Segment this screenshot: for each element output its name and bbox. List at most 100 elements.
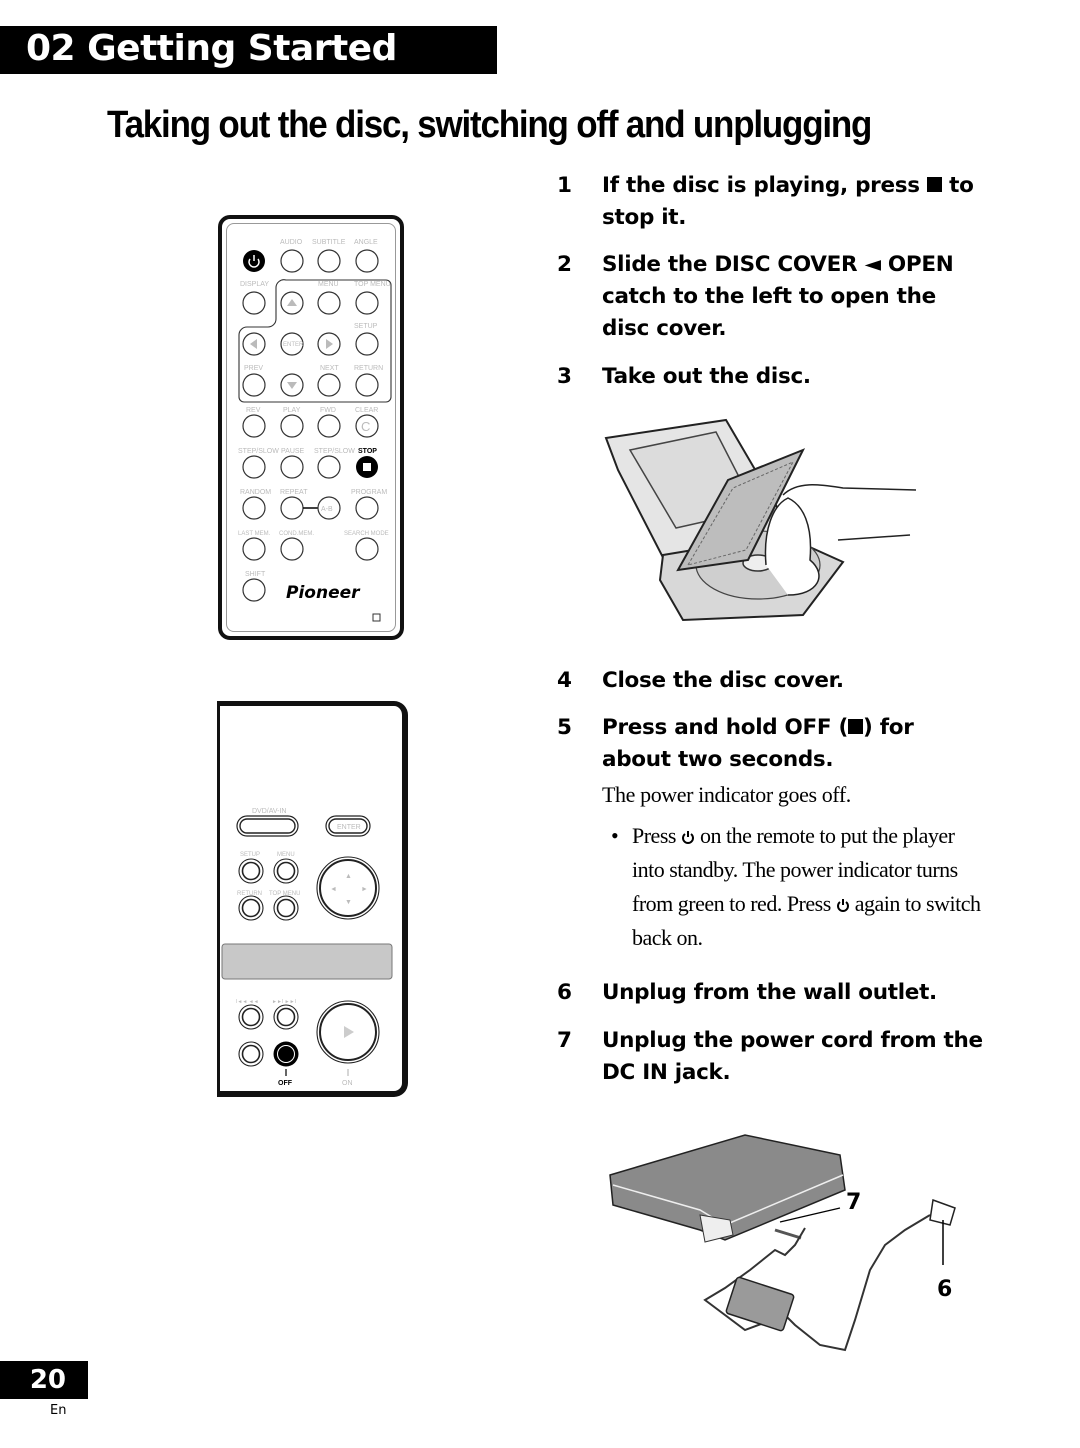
setup-button bbox=[355, 332, 379, 356]
top-menu-button bbox=[355, 291, 379, 315]
label-step-slow-back: STEP/SLOW bbox=[238, 448, 279, 455]
callout-7: 7 bbox=[846, 1190, 862, 1215]
page-number: 20 bbox=[0, 1361, 88, 1399]
next-button bbox=[317, 373, 341, 397]
step-number: 4 bbox=[557, 668, 572, 693]
label-menu-panel: MENU bbox=[277, 852, 295, 858]
pause-button bbox=[280, 455, 304, 479]
label-play: PLAY bbox=[283, 407, 301, 414]
step-2: 2 Slide the DISC COVER ◄ OPEN catch to t… bbox=[557, 249, 987, 345]
pioneer-logo: Pioneer bbox=[286, 583, 361, 603]
note-text: Press bbox=[632, 823, 676, 848]
dial-left-icon: ◄ bbox=[330, 886, 337, 893]
hand bbox=[764, 483, 917, 596]
fwd-button bbox=[317, 414, 341, 438]
last-mem-button bbox=[242, 537, 266, 561]
label-stop: STOP bbox=[358, 448, 377, 455]
step-number: 5 bbox=[557, 715, 572, 740]
display-window bbox=[221, 943, 393, 980]
step-text: Take out the disc. bbox=[602, 364, 811, 389]
player-panel-controls: DVD/AV-IN ENTER SETUP MENU ▲ ▼ ◄ ► RETUR… bbox=[221, 808, 393, 1087]
stop-icon bbox=[363, 463, 371, 471]
label-enter: ENTER bbox=[283, 342, 304, 348]
right-arrow-icon bbox=[326, 339, 333, 349]
step-3: 3 Take out the disc. bbox=[557, 361, 987, 393]
label-enter-panel: ENTER bbox=[337, 824, 361, 831]
clear-glyph: C bbox=[361, 419, 370, 434]
skip-back-label: I◄◄ ◄◄ bbox=[236, 999, 259, 1005]
remote-buttons: AUDIO SUBTITLE ANGLE DISPLAY MENU TOP ME… bbox=[238, 239, 392, 622]
return-button bbox=[355, 373, 379, 397]
label-setup: SETUP bbox=[354, 323, 378, 330]
cond-mem-button bbox=[280, 537, 304, 561]
dial-up-icon: ▲ bbox=[345, 873, 352, 880]
stop-icon bbox=[926, 177, 942, 192]
label-repeat: REPEAT bbox=[280, 489, 308, 496]
label-prev: PREV bbox=[244, 365, 263, 372]
label-fwd: FWD bbox=[320, 407, 336, 414]
label-display: DISPLAY bbox=[240, 281, 269, 288]
language-label: En bbox=[50, 1403, 67, 1418]
label-on: ON bbox=[342, 1080, 353, 1087]
step-number: 1 bbox=[557, 173, 572, 198]
label-audio: AUDIO bbox=[280, 239, 303, 246]
subtitle-button bbox=[317, 249, 341, 273]
step-number: 2 bbox=[557, 252, 572, 277]
remote-control-illustration: AUDIO SUBTITLE ANGLE DISPLAY MENU TOP ME… bbox=[218, 215, 404, 640]
step-text: Unplug from the wall outlet. bbox=[602, 980, 937, 1005]
rev-button bbox=[242, 414, 266, 438]
audio-button bbox=[280, 249, 304, 273]
prev-button bbox=[242, 373, 266, 397]
label-angle: ANGLE bbox=[354, 239, 378, 246]
down-arrow-icon bbox=[287, 382, 297, 389]
label-program: PROGRAM bbox=[351, 489, 387, 496]
power-icon bbox=[836, 899, 849, 912]
label-menu: MENU bbox=[318, 281, 339, 288]
step-text: If the disc is playing, press bbox=[602, 173, 920, 198]
player-panel-illustration: DVD/AV-IN ENTER SETUP MENU ▲ ▼ ◄ ► RETUR… bbox=[217, 701, 408, 1097]
label-return: RETURN bbox=[354, 365, 383, 372]
label-shift: SHIFT bbox=[245, 571, 266, 578]
play-button bbox=[280, 414, 304, 438]
play-icon bbox=[344, 1026, 354, 1038]
left-arrow-icon bbox=[250, 339, 257, 349]
search-mode-button bbox=[355, 537, 379, 561]
label-subtitle: SUBTITLE bbox=[312, 239, 346, 246]
label-off: OFF bbox=[278, 1080, 293, 1087]
label-top-menu: TOP MENU bbox=[354, 281, 391, 288]
label-clear: CLEAR bbox=[355, 407, 378, 414]
step-1: 1 If the disc is playing, press to stop … bbox=[557, 170, 987, 234]
label-search-mode: SEARCH MODE bbox=[344, 531, 389, 537]
navigation-dial bbox=[316, 856, 380, 920]
step-5: 5 Press and hold OFF () for about two se… bbox=[557, 712, 987, 776]
power-icon bbox=[682, 831, 694, 844]
label-pause: PAUSE bbox=[281, 448, 305, 455]
label-random: RANDOM bbox=[240, 489, 271, 496]
step-number: 3 bbox=[557, 364, 572, 389]
label-cond-mem: COND.MEM. bbox=[279, 531, 314, 537]
dial-down-icon: ▼ bbox=[345, 899, 352, 906]
dc-plug-arrow bbox=[774, 1228, 802, 1240]
label-setup-panel: SETUP bbox=[240, 852, 260, 858]
program-button bbox=[355, 496, 379, 520]
step-text: Slide the DISC COVER ◄ OPEN catch to the… bbox=[602, 252, 954, 341]
callout-6: 6 bbox=[937, 1277, 953, 1302]
label-next: NEXT bbox=[320, 365, 339, 372]
label-step-slow-fwd: STEP/SLOW bbox=[314, 448, 355, 455]
disc-removal-illustration bbox=[604, 418, 917, 622]
label-last-mem: LAST MEM. bbox=[238, 531, 271, 537]
stop-icon bbox=[848, 719, 863, 734]
nav-cluster-outline bbox=[238, 279, 392, 403]
label-dvd-av-in: DVD/AV-IN bbox=[252, 808, 287, 815]
label-rev: REV bbox=[246, 407, 261, 414]
step-number: 7 bbox=[557, 1028, 572, 1053]
menu-button bbox=[317, 291, 341, 315]
display-button bbox=[242, 291, 266, 315]
chapter-header: 02 Getting Started bbox=[0, 26, 497, 74]
unplug-illustration bbox=[609, 1134, 956, 1352]
step-4: 4 Close the disc cover. bbox=[557, 665, 987, 697]
step-number: 6 bbox=[557, 980, 572, 1005]
standby-note: • Press on the remote to put the player … bbox=[611, 819, 981, 955]
label-ab: A-B bbox=[321, 506, 333, 513]
bullet-point: • bbox=[611, 823, 619, 848]
